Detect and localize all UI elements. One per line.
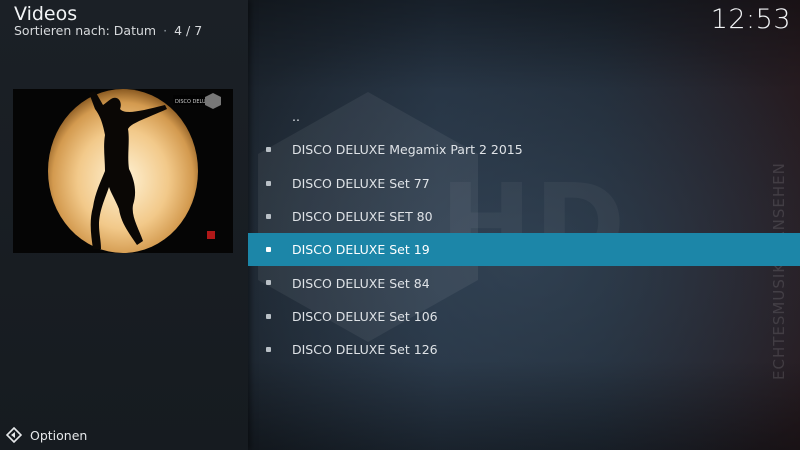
list-item[interactable]: DISCO DELUXE Set 126 <box>248 333 800 366</box>
list-item-label: DISCO DELUXE Set 19 <box>292 242 430 258</box>
list-item-label: DISCO DELUXE Set 84 <box>292 275 430 291</box>
bullet-icon <box>266 347 271 353</box>
item-position: 4 / 7 <box>174 23 203 38</box>
list-item-label: DISCO DELUXE SET 80 <box>292 209 433 225</box>
info-panel: DISCO DELUXE Optionen <box>0 0 248 450</box>
bullet-icon <box>266 147 271 153</box>
list-item[interactable]: DISCO DELUXE Set 84 <box>248 266 800 299</box>
bullet-icon <box>266 313 271 319</box>
sort-label: Sortieren nach: Datum <box>14 23 157 38</box>
options-label: Optionen <box>30 427 88 443</box>
separator: · <box>163 23 168 38</box>
options-button[interactable]: Optionen <box>6 427 87 443</box>
list-item-label: DISCO DELUXE Set 126 <box>292 342 438 358</box>
sort-info[interactable]: Sortieren nach: Datum · 4 / 7 <box>14 23 202 38</box>
list-item-label: DISCO DELUXE Set 106 <box>292 308 438 324</box>
list-item[interactable]: DISCO DELUXE SET 80 <box>248 200 800 233</box>
video-thumbnail: DISCO DELUXE <box>13 89 233 253</box>
list-item-label: DISCO DELUXE Set 77 <box>292 175 430 191</box>
list-item-label: .. <box>292 109 300 125</box>
list-item-label: DISCO DELUXE Megamix Part 2 2015 <box>292 142 523 158</box>
thumbnail-image: DISCO DELUXE <box>13 89 233 253</box>
file-list: .. DISCO DELUXE Megamix Part 2 2015 DISC… <box>248 100 800 366</box>
list-item[interactable]: DISCO DELUXE Set 106 <box>248 300 800 333</box>
clock: 12:53 <box>710 4 791 35</box>
bullet-icon <box>266 247 271 253</box>
options-icon <box>6 427 22 443</box>
bullet-icon <box>266 213 271 219</box>
list-item-selected[interactable]: DISCO DELUXE Set 19 <box>248 233 800 267</box>
list-item[interactable]: DISCO DELUXE Set 77 <box>248 167 800 200</box>
list-item[interactable]: DISCO DELUXE Megamix Part 2 2015 <box>248 133 800 166</box>
page-title: Videos <box>14 3 78 25</box>
bullet-icon <box>266 280 271 286</box>
bullet-icon <box>266 180 271 186</box>
list-item-parent[interactable]: .. <box>248 100 800 133</box>
